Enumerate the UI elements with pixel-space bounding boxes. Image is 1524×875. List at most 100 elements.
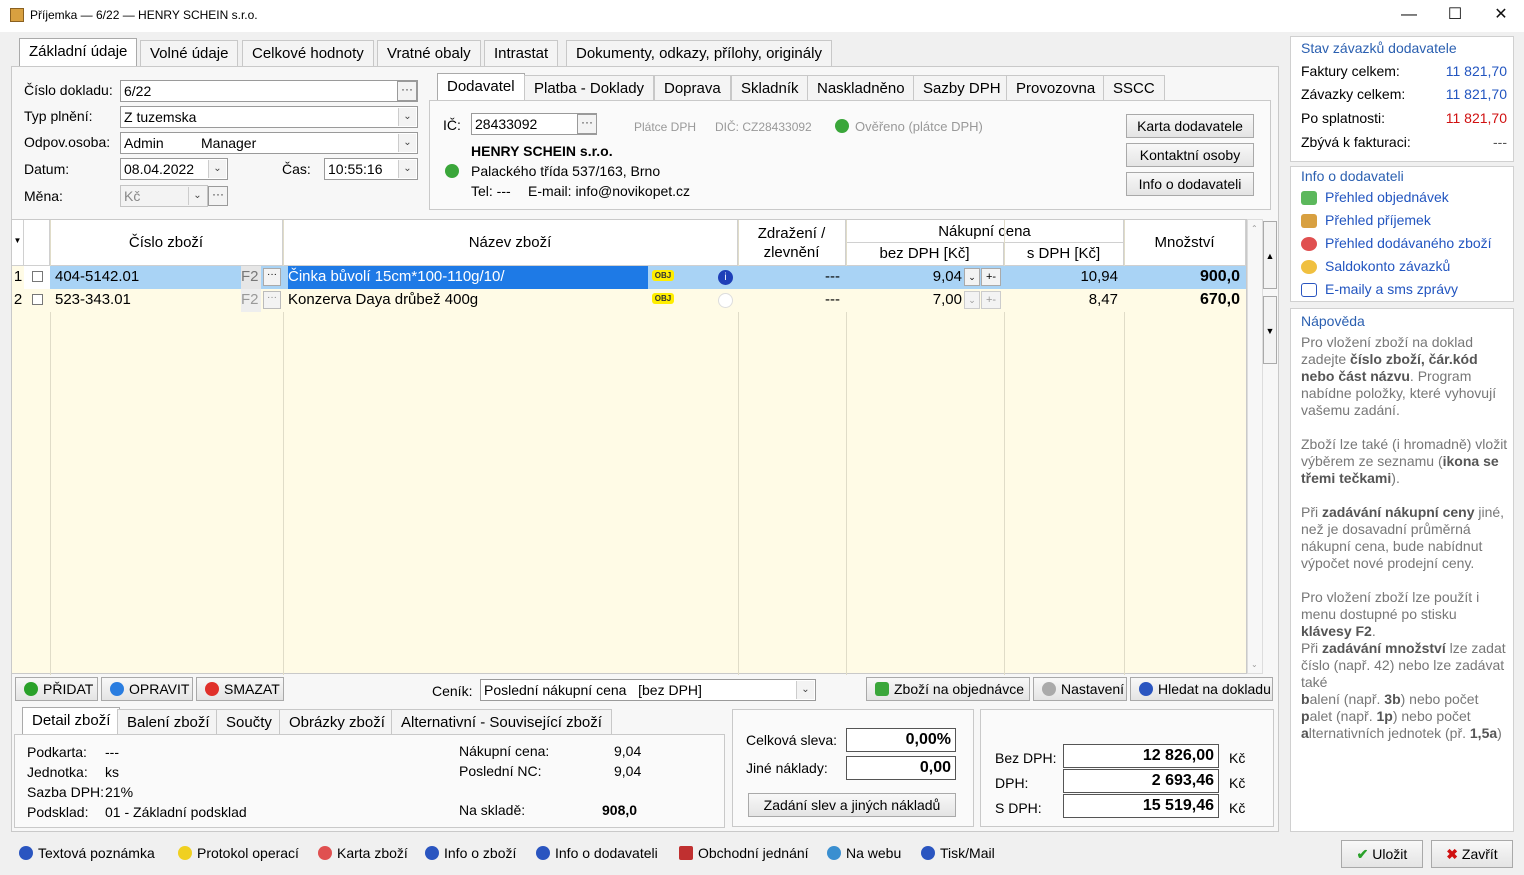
tab-basic[interactable]: Základní údaje bbox=[19, 38, 138, 66]
goods-info-link[interactable]: Info o zboží bbox=[425, 845, 516, 861]
goods-on-order-button[interactable]: Zboží na objednávce bbox=[866, 677, 1030, 701]
delete-button[interactable]: SMAZAT bbox=[196, 677, 284, 701]
balance-link[interactable]: Saldokonto závazků bbox=[1325, 258, 1450, 274]
chevron-down-icon[interactable]: ⌄ bbox=[964, 268, 980, 286]
scroll-up-icon[interactable]: ⌃ bbox=[1251, 224, 1258, 233]
col-markup-header[interactable]: Zdražení / zlevnění bbox=[738, 220, 846, 266]
grid-scrollbar[interactable]: ⌃ ⌄ bbox=[1247, 219, 1263, 674]
tab-goods-detail[interactable]: Detail zboží bbox=[22, 707, 121, 735]
chevron-down-icon[interactable]: ⌄ bbox=[964, 291, 980, 309]
time-field[interactable]: 10:55:16 ⌄ bbox=[324, 158, 418, 180]
business-link[interactable]: Obchodní jednání bbox=[679, 845, 809, 861]
move-up-button[interactable]: ▲ bbox=[1263, 221, 1277, 289]
f2-button[interactable]: F2 bbox=[241, 266, 261, 289]
supplier-info-link[interactable]: Info o dodavateli bbox=[536, 845, 658, 861]
tab-stocked[interactable]: Naskladněno bbox=[807, 75, 915, 101]
save-button[interactable]: ✔ Uložit bbox=[1341, 840, 1423, 868]
receipts-link[interactable]: Přehled příjemek bbox=[1325, 212, 1431, 228]
ic-dots-button[interactable]: ··· bbox=[577, 114, 597, 134]
settings-button[interactable]: Nastavení bbox=[1033, 677, 1127, 701]
edit-button[interactable]: OPRAVIT bbox=[101, 677, 193, 701]
emails-link[interactable]: E-maily a sms zprávy bbox=[1325, 281, 1458, 297]
maximize-button[interactable]: ☐ bbox=[1432, 0, 1478, 32]
find-in-doc-button[interactable]: Hledat na dokladu bbox=[1130, 677, 1273, 701]
plus-minus-button[interactable]: +- bbox=[981, 268, 1001, 286]
close-window-button[interactable]: ✕ bbox=[1478, 0, 1524, 32]
tab-vat-rates[interactable]: Sazby DPH bbox=[913, 75, 1011, 101]
doc-no-dots-button[interactable]: ··· bbox=[397, 81, 417, 101]
total-discount-field[interactable]: 0,00% bbox=[846, 728, 956, 752]
f2-button[interactable]: F2 bbox=[241, 289, 261, 312]
type-select[interactable]: Z tuzemska ⌄ bbox=[120, 106, 418, 128]
col-price-net-header[interactable]: bez DPH [Kč] bbox=[846, 243, 1004, 266]
col-name-header[interactable]: Název zboží bbox=[283, 220, 738, 266]
protocol-link[interactable]: Protokol operací bbox=[178, 845, 299, 861]
tab-totals[interactable]: Celkové hodnoty bbox=[242, 40, 374, 66]
currency-select[interactable]: Kč ⌄ bbox=[120, 185, 208, 207]
contacts-button[interactable]: Kontaktní osoby bbox=[1126, 143, 1254, 167]
gear-icon bbox=[1042, 682, 1056, 696]
receipts-icon bbox=[1301, 214, 1317, 228]
tab-alternatives[interactable]: Alternativní - Související zboží bbox=[391, 709, 612, 735]
date-field[interactable]: 08.04.2022 ⌄ bbox=[120, 158, 228, 180]
other-costs-field[interactable]: 0,00 bbox=[846, 756, 956, 780]
tab-supplier[interactable]: Dodavatel bbox=[437, 73, 525, 101]
currency-dots-button[interactable]: ··· bbox=[208, 186, 228, 206]
tab-free[interactable]: Volné údaje bbox=[140, 40, 239, 66]
web-link[interactable]: Na webu bbox=[827, 845, 901, 861]
doc-no-field[interactable]: 6/22 bbox=[120, 80, 418, 102]
tab-storekeeper[interactable]: Skladník bbox=[731, 75, 809, 101]
col-price-gross-header[interactable]: s DPH [Kč] bbox=[1004, 243, 1124, 266]
orders-link[interactable]: Přehled objednávek bbox=[1325, 189, 1449, 205]
person-select[interactable]: Admin Manager ⌄ bbox=[120, 132, 418, 154]
close-button[interactable]: ✖ Zavřít bbox=[1431, 840, 1513, 868]
move-down-button[interactable]: ▼ bbox=[1263, 296, 1277, 364]
minimize-button[interactable]: — bbox=[1386, 0, 1432, 32]
row-checkbox[interactable] bbox=[32, 271, 43, 282]
col-qty-header[interactable]: Množství bbox=[1124, 220, 1246, 266]
goods-card-link[interactable]: Karta zboží bbox=[318, 845, 408, 861]
table-row[interactable]: 2 523-343.01 F2 ··· Konzerva Daya drůbež… bbox=[12, 289, 1246, 312]
items-grid[interactable]: ▼ Číslo zboží Název zboží Zdražení / zle… bbox=[11, 219, 1247, 675]
code-dots-button[interactable]: ··· bbox=[263, 268, 281, 286]
goods-card-label: Karta zboží bbox=[337, 845, 408, 861]
pricelist-select[interactable]: Poslední nákupní cena [bez DPH] ⌄ bbox=[480, 679, 816, 701]
tab-returnable[interactable]: Vratné obaly bbox=[377, 40, 481, 66]
plus-minus-button[interactable]: +- bbox=[981, 291, 1001, 309]
col-code-header[interactable]: Číslo zboží bbox=[50, 220, 283, 266]
row-name: Činka bůvolí 15cm*100-110g/10/ bbox=[288, 266, 648, 289]
tab-transport[interactable]: Doprava bbox=[654, 75, 731, 101]
table-row[interactable]: 1 404-5142.01 F2 ··· Činka bůvolí 15cm*1… bbox=[12, 266, 1246, 289]
supplier-status-panel: Stav závazků dodavatele Faktury celkem: … bbox=[1290, 36, 1514, 162]
other-costs-label: Jiné náklady: bbox=[746, 760, 828, 776]
overdue-label: Po splatnosti: bbox=[1301, 110, 1386, 126]
add-button[interactable]: PŘIDAT bbox=[15, 677, 98, 701]
tab-branch[interactable]: Provozovna bbox=[1006, 75, 1106, 101]
tab-intrastat[interactable]: Intrastat bbox=[484, 40, 559, 66]
text-note-link[interactable]: Textová poznámka bbox=[19, 845, 155, 861]
info-icon[interactable]: i bbox=[718, 270, 733, 285]
doc-no-value: 6/22 bbox=[124, 83, 152, 99]
code-dots-button[interactable]: ··· bbox=[263, 291, 281, 309]
supplier-info-button[interactable]: Info o dodavateli bbox=[1126, 172, 1254, 196]
settings-label: Nastavení bbox=[1061, 681, 1125, 697]
grid-menu-icon[interactable]: ▼ bbox=[12, 220, 24, 266]
tab-sscc[interactable]: SSCC bbox=[1103, 75, 1165, 101]
scroll-down-icon[interactable]: ⌄ bbox=[1251, 660, 1258, 669]
ic-value: 28433092 bbox=[475, 116, 538, 132]
verified-text: Ověřeno (plátce DPH) bbox=[855, 119, 983, 134]
help-panel: Nápověda Pro vložení zboží na doklad zad… bbox=[1290, 308, 1514, 832]
tab-images[interactable]: Obrázky zboží bbox=[279, 709, 395, 735]
discounts-costs-button[interactable]: Zadání slev a jiných nákladů bbox=[748, 793, 956, 817]
unit-value: ks bbox=[105, 764, 119, 780]
tab-sums[interactable]: Součty bbox=[216, 709, 282, 735]
row-number: 1 bbox=[12, 266, 24, 289]
print-mail-link[interactable]: Tisk/Mail bbox=[921, 845, 995, 861]
tab-packaging[interactable]: Balení zboží bbox=[117, 709, 220, 735]
supplier-card-button[interactable]: Karta dodavatele bbox=[1126, 114, 1254, 138]
supplied-goods-link[interactable]: Přehled dodávaného zboží bbox=[1325, 235, 1492, 251]
row-checkbox[interactable] bbox=[32, 294, 43, 305]
supplier-info-label: Info o dodavateli bbox=[555, 845, 658, 861]
tab-payment[interactable]: Platba - Doklady bbox=[524, 75, 655, 101]
tab-documents[interactable]: Dokumenty, odkazy, přílohy, originály bbox=[566, 40, 832, 66]
